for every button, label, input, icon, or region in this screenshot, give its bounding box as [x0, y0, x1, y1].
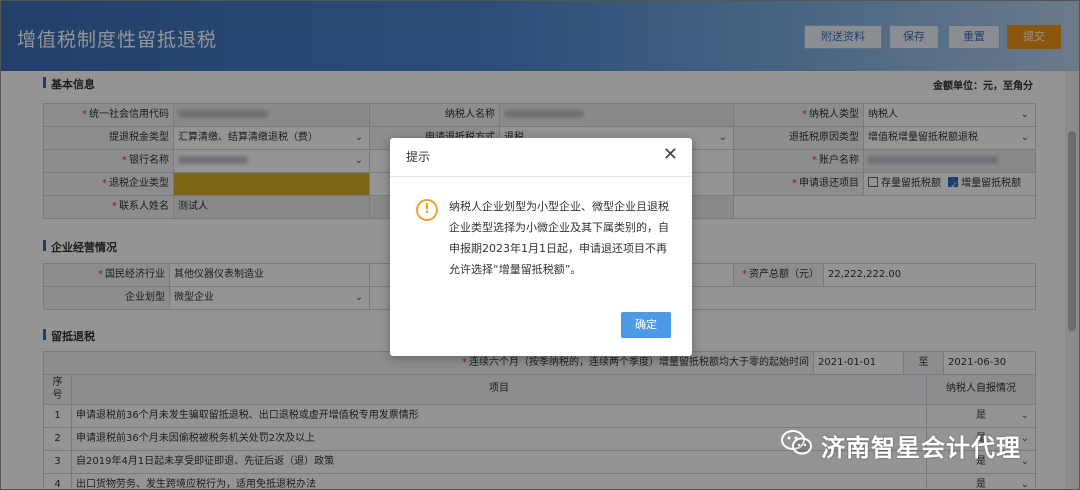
wechat-icon [781, 430, 812, 455]
dialog-title: 提示 [406, 150, 431, 164]
app-window: 增值税制度性留抵退税 附送资料 保存 重置 提交 基本信息 金额单位：元，至角分… [0, 0, 1080, 490]
warning-icon: ! [416, 199, 438, 221]
watermark-text: 济南智星会计代理 [821, 434, 1021, 462]
close-icon[interactable]: ✕ [663, 144, 678, 165]
confirm-button[interactable]: 确定 [621, 312, 671, 338]
dialog-divider [390, 176, 692, 177]
alert-dialog: 提示 ✕ ! 纳税人企业划型为小型企业、微型企业且退税企业类型选择为小微企业及其… [390, 138, 692, 356]
dialog-message: 纳税人企业划型为小型企业、微型企业且退税企业类型选择为小微企业及其下属类别的，自… [449, 200, 669, 276]
